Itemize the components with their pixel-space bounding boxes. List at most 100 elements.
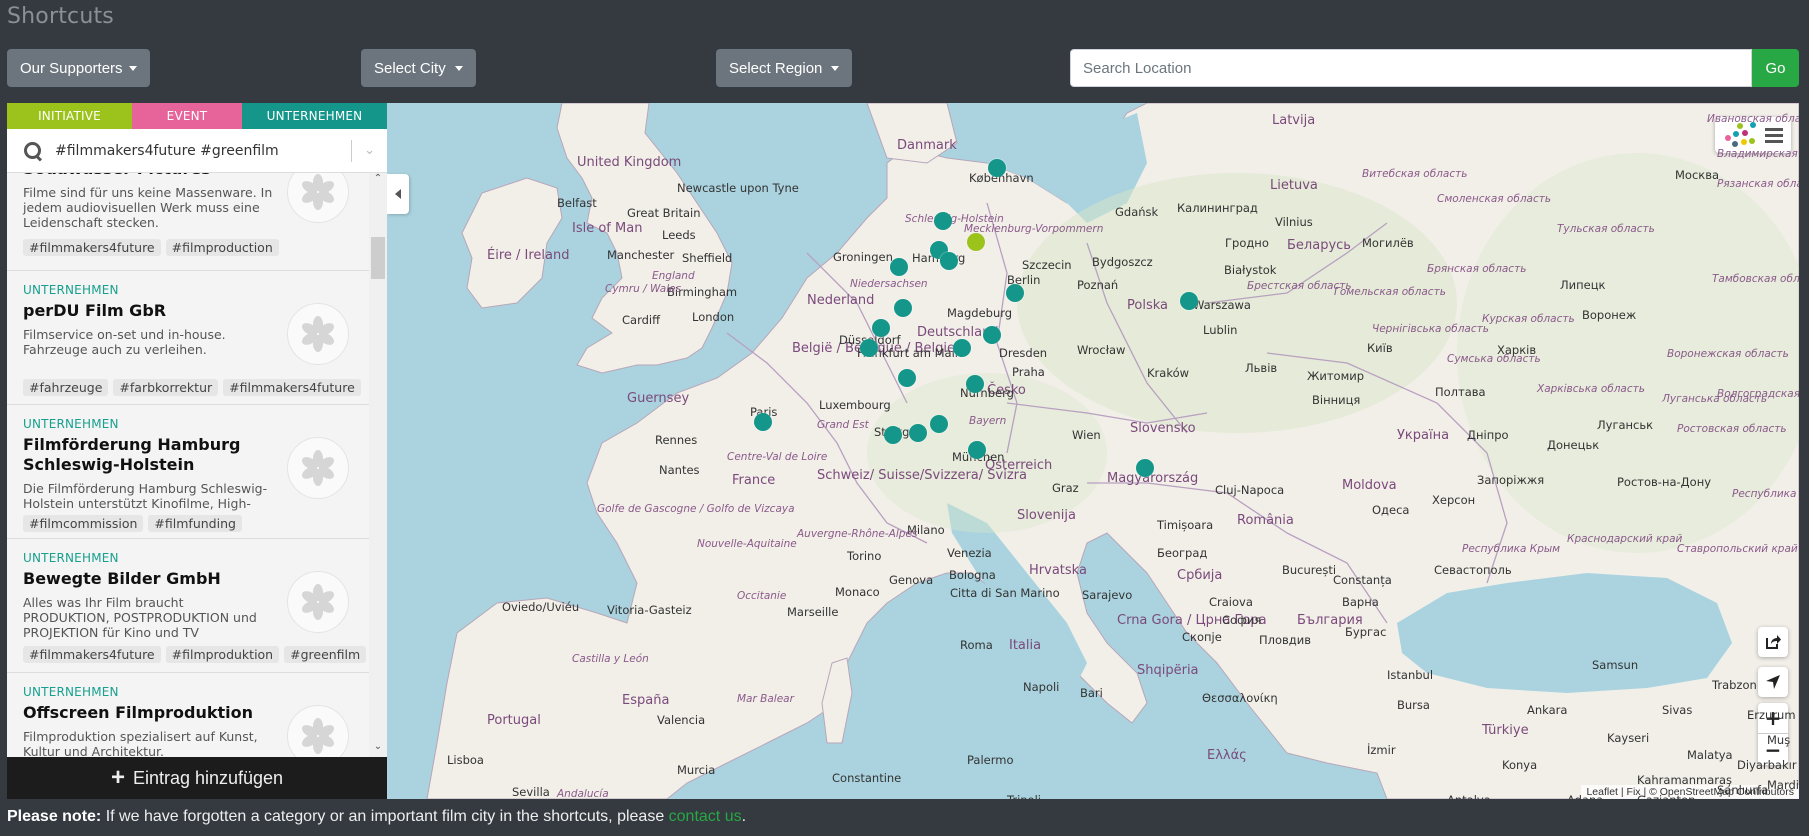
tag[interactable]: #filmmakers4future [23,239,161,256]
map-label: Guernsey [627,391,690,406]
map-label: Запоріжжя [1477,473,1545,487]
select-region-dropdown[interactable]: Select Region [716,49,853,87]
map-label: Diyarbakır [1737,758,1797,772]
tag[interactable]: #filmproduktion [165,646,280,663]
list-item[interactable]: UNTERNEHMEN Bewegte Bilder GmbH Alles wa… [7,539,369,673]
map-marker[interactable] [953,339,971,357]
map-marker[interactable] [872,319,890,337]
map[interactable]: + − Leaflet | Fix | © OpenStreetMap Cont… [387,103,1799,799]
tag[interactable]: #greenfilm [284,646,367,663]
collapse-panel-button[interactable] [387,174,409,214]
map-marker[interactable] [890,258,908,276]
scroll-down-icon[interactable]: ⌄ [369,741,387,757]
map-marker[interactable] [884,426,902,444]
note-bold: Please note: [7,808,102,825]
search-location-input[interactable] [1070,49,1752,87]
map-label: Portugal [487,713,541,728]
map-marker[interactable] [988,159,1006,177]
scrollbar-thumb[interactable] [371,237,385,279]
map-label: Occitanie [737,590,787,602]
share-button[interactable] [1758,627,1788,657]
map-label: Istanbul [1387,668,1434,682]
list-scrollbar[interactable]: ⌃ ⌄ [369,173,387,757]
tag[interactable]: #farbkorrektur [113,379,219,396]
map-label: Venezia [947,546,992,560]
map-marker[interactable] [930,415,948,433]
map-label: Республика Калмыкия [1732,488,1799,500]
map-label: Бургас [1345,625,1387,639]
select-city-dropdown[interactable]: Select City [361,49,476,87]
list-item[interactable]: UNTERNEHMEN perDU Film GbR Filmservice o… [7,271,369,405]
list-item[interactable]: UNTERNEHMEN Offscreen Filmproduktion Fil… [7,673,369,757]
map-label: Рязанская область [1717,178,1799,190]
tag-filter-value[interactable]: #filmmakers4future #greenfilm [55,143,351,159]
map-marker[interactable] [860,339,878,357]
map-label: Kahramanmaraş [1637,773,1733,787]
map-label: София [1222,613,1262,627]
caret-down-icon [128,65,137,71]
flower-icon [299,450,337,486]
tag[interactable]: #filmmakers4future [23,646,161,663]
tab-unternehmen[interactable]: UNTERNEHMEN [242,103,387,129]
map-marker[interactable] [934,212,952,230]
map-label: Palermo [967,753,1014,767]
map-label: İzmir [1367,743,1396,757]
map-marker[interactable] [909,424,927,442]
map-label: España [622,693,670,708]
map-label: Grand Est [817,419,869,431]
map-label: Гродно [1225,236,1269,250]
map-label: Беларусь [1287,238,1351,253]
map-marker[interactable] [754,413,772,431]
map-label: Gdańsk [1115,205,1159,219]
entry-description: Filmproduktion spezialisert auf Kunst, K… [23,729,258,757]
list-item[interactable]: Sodawasser Pictures Filme sind für uns k… [7,173,369,271]
entry-logo [287,437,349,499]
map-label: Львів [1245,361,1278,375]
map-marker[interactable] [968,441,986,459]
map-marker[interactable] [1180,292,1198,310]
location-search: Go [1070,49,1799,87]
map-marker[interactable] [1006,284,1024,302]
map-label: Lisboa [447,753,484,767]
entry-logo [287,571,349,633]
map-label: London [692,310,735,324]
tab-initiative[interactable]: INITIATIVE [7,103,132,129]
tab-event[interactable]: EVENT [132,103,242,129]
our-supporters-dropdown[interactable]: Our Supporters [7,49,150,87]
map-label: Leeds [662,228,696,242]
tag[interactable]: #filmmakers4future [223,379,361,396]
map-marker[interactable] [940,252,958,270]
map-label: Italia [1009,638,1042,653]
scroll-up-icon[interactable]: ⌃ [369,173,387,189]
tag-filter[interactable]: #filmmakers4future #greenfilm ⌄ [7,129,387,173]
map-label: Manchester [607,248,675,262]
tag[interactable]: #fahrzeuge [23,379,109,396]
map-label: Genova [889,573,934,587]
map-marker[interactable] [967,233,985,251]
map-label: Полтава [1435,385,1486,399]
go-button[interactable]: Go [1752,49,1799,87]
locate-button[interactable] [1758,667,1788,697]
map-label: Bydgoszcz [1092,255,1153,269]
map-label: Białystok [1224,263,1277,277]
tag[interactable]: #filmproduction [165,239,279,256]
tag[interactable]: #filmcommission [23,515,144,532]
map-label: Isle of Man [572,221,643,236]
map-label: Napoli [1023,680,1060,694]
map-label: Poznań [1077,278,1119,292]
add-entry-button[interactable]: + Eintrag hinzufügen [7,757,387,799]
contact-us-link[interactable]: contact us [669,808,742,825]
tag[interactable]: #filmfunding [148,515,242,532]
map-label: Республика Крым [1462,543,1561,555]
category-tabs: INITIATIVE EVENT UNTERNEHMEN [7,103,387,129]
map-marker[interactable] [894,299,912,317]
map-marker[interactable] [966,375,984,393]
add-entry-label: Eintrag hinzufügen [132,767,284,788]
map-marker[interactable] [983,326,1001,344]
our-supporters-label: Our Supporters [20,59,123,77]
map-marker[interactable] [898,369,916,387]
search-icon [23,141,43,161]
list-item[interactable]: UNTERNEHMEN Filmförderung Hamburg Schles… [7,405,369,539]
chevron-down-icon[interactable]: ⌄ [364,143,375,158]
map-marker[interactable] [1136,459,1154,477]
